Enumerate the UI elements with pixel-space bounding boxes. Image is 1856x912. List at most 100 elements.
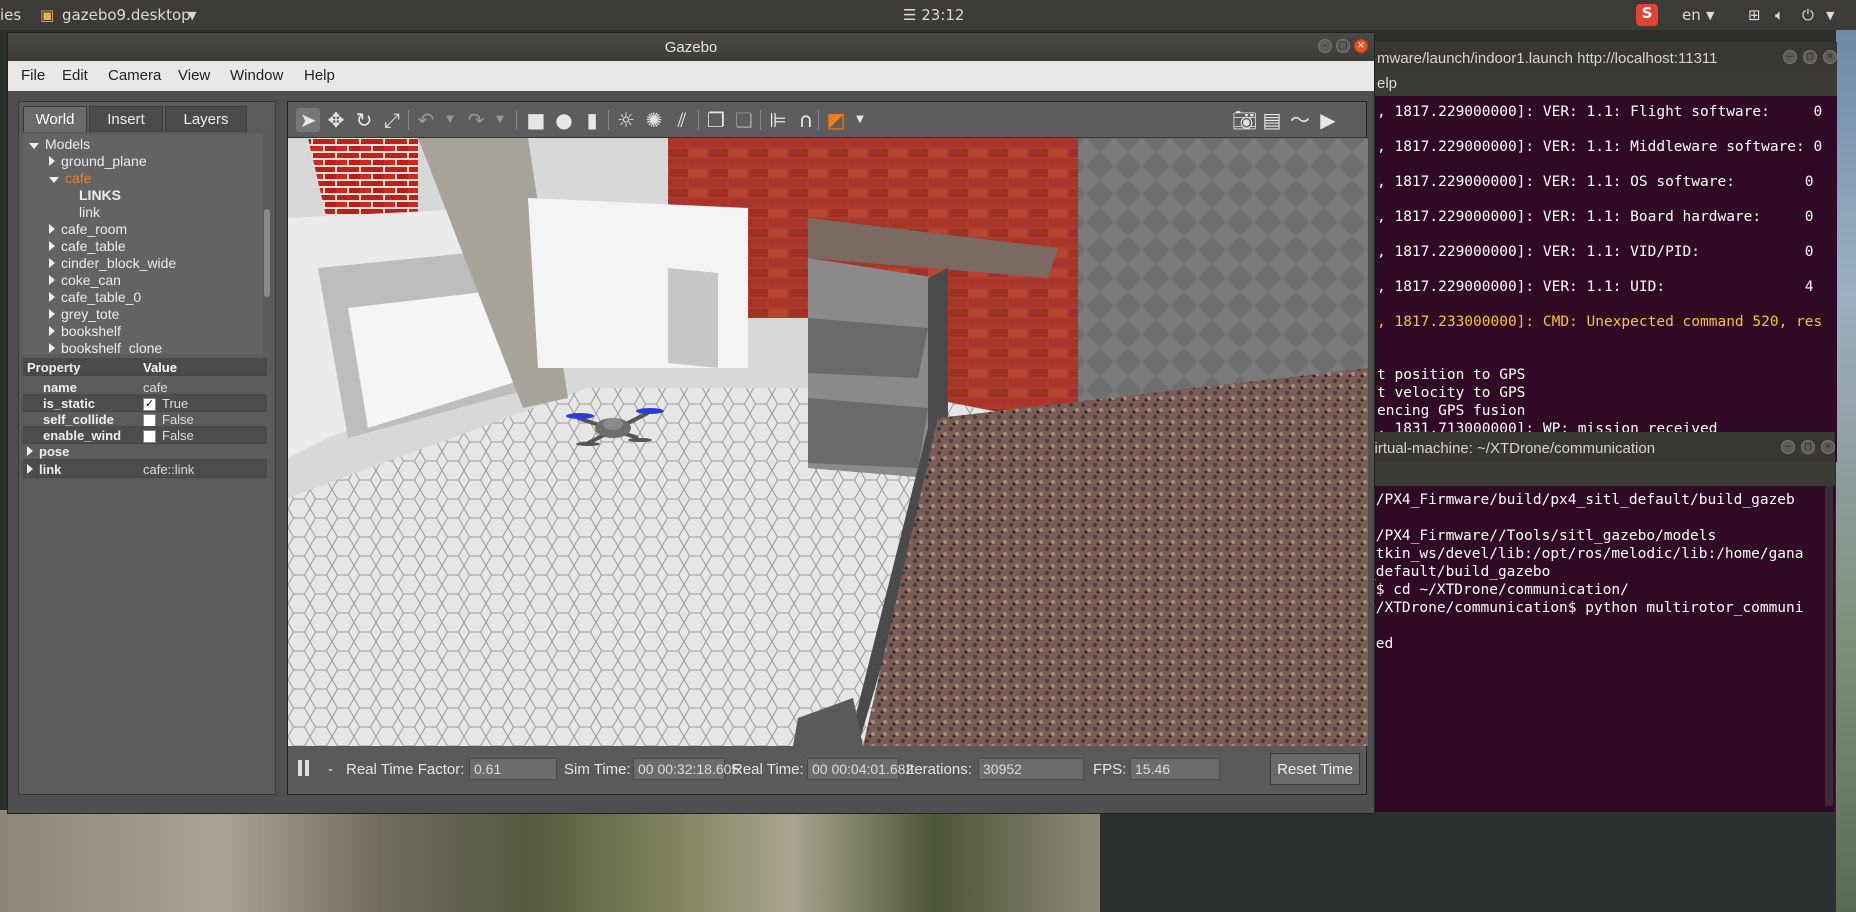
directional-light-icon[interactable]: ⫽: [670, 108, 694, 132]
chevron-right-icon[interactable]: [49, 343, 55, 353]
tab-world[interactable]: World: [23, 106, 87, 132]
pause-icon[interactable]: [298, 760, 302, 776]
wallpaper-dark: [1100, 810, 1856, 912]
chevron-right-icon[interactable]: [49, 326, 55, 336]
reset-time-button[interactable]: Reset Time: [1270, 753, 1360, 785]
terminal-window-launch[interactable]: mware/launch/indoor1.launch http://local…: [1365, 42, 1837, 462]
screenshot-icon[interactable]: 📷︎: [1232, 108, 1257, 132]
tree-item[interactable]: cafe_table_0: [49, 289, 141, 305]
tree-item[interactable]: coke_can: [49, 272, 121, 288]
scale-mode-icon[interactable]: ⤢: [380, 108, 404, 132]
snap-icon[interactable]: ∩: [794, 108, 818, 132]
tree-item[interactable]: bookshelf: [49, 323, 121, 339]
minimize-icon[interactable]: –: [1783, 50, 1797, 64]
chevron-right-icon[interactable]: [49, 241, 55, 251]
terminal-line: , 1817.229000000]: VER: 1.1: Middleware …: [1377, 139, 1823, 155]
tree-item[interactable]: cinder_block_wide: [49, 255, 176, 271]
tree-item[interactable]: bookshelf_clone: [49, 340, 162, 354]
volume-icon[interactable]: 🔈︎: [1775, 6, 1784, 24]
translate-mode-icon[interactable]: ✥: [324, 108, 348, 132]
terminal-scrollbar[interactable]: [1825, 486, 1833, 806]
tree-item[interactable]: link: [79, 204, 100, 220]
spot-light-icon[interactable]: ✺: [642, 108, 666, 132]
copy-icon[interactable]: ❐: [704, 108, 728, 132]
paste-icon[interactable]: ❏: [732, 108, 756, 132]
property-row-link[interactable]: link cafe::link: [23, 460, 267, 478]
menu-edit[interactable]: Edit: [62, 67, 88, 84]
chevron-right-icon[interactable]: [27, 446, 33, 456]
tree-item[interactable]: cafe_table: [49, 238, 126, 254]
tree-item[interactable]: LINKS: [79, 187, 121, 203]
log-icon[interactable]: ▤: [1260, 108, 1284, 132]
minimize-icon[interactable]: –: [1781, 440, 1795, 454]
maximize-icon[interactable]: □: [1803, 50, 1817, 64]
menu-window[interactable]: Window: [230, 67, 283, 84]
chevron-right-icon[interactable]: [49, 309, 55, 319]
tree-item[interactable]: grey_tote: [49, 306, 119, 322]
scroll-thumb[interactable]: [264, 209, 270, 297]
menu-file[interactable]: File: [21, 67, 45, 84]
close-icon[interactable]: ×: [1823, 50, 1837, 64]
terminal-window-communication[interactable]: virtual-machine: ~/XTDrone/communication…: [1355, 432, 1835, 812]
rotate-mode-icon[interactable]: ↻: [352, 108, 376, 132]
terminal-menu-help[interactable]: p: [1355, 462, 1835, 486]
chevron-down-icon[interactable]: ▼: [848, 108, 872, 132]
gazebo-window[interactable]: Gazebo – □ × File Edit Camera View Windo…: [7, 32, 1375, 814]
point-light-icon[interactable]: ☼: [614, 108, 638, 132]
tree-item-models[interactable]: Models: [29, 136, 90, 152]
3d-viewport[interactable]: [288, 138, 1368, 746]
terminal-title: mware/launch/indoor1.launch http://local…: [1365, 42, 1837, 72]
menu-view[interactable]: View: [178, 67, 210, 84]
cylinder-shape-icon[interactable]: ▮: [580, 108, 604, 132]
chevron-down-icon[interactable]: [29, 143, 39, 149]
select-mode-icon[interactable]: ➤: [296, 108, 320, 132]
power-icon[interactable]: ⏻: [1802, 6, 1814, 24]
chevron-right-icon[interactable]: [49, 258, 55, 268]
window-title: Gazebo: [8, 33, 1374, 61]
tree-item[interactable]: cafe_room: [49, 221, 127, 237]
close-icon[interactable]: ×: [1354, 39, 1368, 53]
left-panel: World Insert Layers Models ground_plane c…: [18, 101, 276, 795]
activities-fragment[interactable]: ies: [0, 6, 21, 24]
tree-scrollbar[interactable]: [263, 134, 271, 354]
tab-layers[interactable]: Layers: [165, 106, 247, 132]
property-row-pose[interactable]: pose: [23, 442, 267, 460]
step-control[interactable]: -: [328, 761, 333, 778]
terminal-menu-help[interactable]: elp: [1365, 72, 1837, 96]
chevron-down-icon[interactable]: [49, 177, 59, 183]
tree-item-label: cafe_table_0: [61, 289, 142, 305]
maximize-icon[interactable]: □: [1801, 440, 1815, 454]
box-shape-icon[interactable]: ■: [524, 108, 548, 132]
chevron-down-icon[interactable]: ▼: [488, 108, 512, 132]
chevron-right-icon[interactable]: [49, 224, 55, 234]
chevron-down-icon[interactable]: ▼: [188, 9, 196, 22]
language-indicator[interactable]: en: [1682, 6, 1701, 24]
maximize-icon[interactable]: □: [1336, 39, 1350, 53]
plot-icon[interactable]: 〜: [1288, 108, 1312, 132]
app-menu-label[interactable]: gazebo9.desktop: [62, 6, 191, 24]
chevron-down-icon[interactable]: ▼: [438, 108, 462, 132]
undo-icon[interactable]: ↶: [414, 108, 438, 132]
minimize-icon[interactable]: –: [1318, 39, 1332, 53]
tab-insert[interactable]: Insert: [89, 106, 163, 132]
sphere-shape-icon[interactable]: ●: [552, 108, 576, 132]
chevron-down-icon[interactable]: ▼: [1826, 9, 1834, 22]
align-icon[interactable]: ⊫: [766, 108, 790, 132]
pause-icon[interactable]: [305, 760, 309, 776]
chevron-right-icon[interactable]: [49, 275, 55, 285]
video-record-icon[interactable]: ▶: [1316, 108, 1340, 132]
redo-icon[interactable]: ↷: [464, 108, 488, 132]
close-icon[interactable]: ×: [1821, 440, 1835, 454]
chevron-right-icon[interactable]: [27, 464, 33, 474]
chevron-right-icon[interactable]: [49, 156, 55, 166]
input-method-icon[interactable]: S: [1636, 4, 1658, 26]
view-angle-icon[interactable]: ◩: [824, 108, 848, 132]
menu-help[interactable]: Help: [304, 67, 335, 84]
chevron-right-icon[interactable]: [49, 292, 55, 302]
tree-item[interactable]: cafe: [49, 170, 91, 186]
clock[interactable]: ☰ 23:12: [903, 6, 964, 24]
menu-camera[interactable]: Camera: [108, 67, 161, 84]
network-icon[interactable]: ⊞: [1748, 6, 1761, 24]
tree-item[interactable]: ground_plane: [49, 153, 147, 169]
chevron-down-icon[interactable]: ▼: [1706, 9, 1714, 22]
